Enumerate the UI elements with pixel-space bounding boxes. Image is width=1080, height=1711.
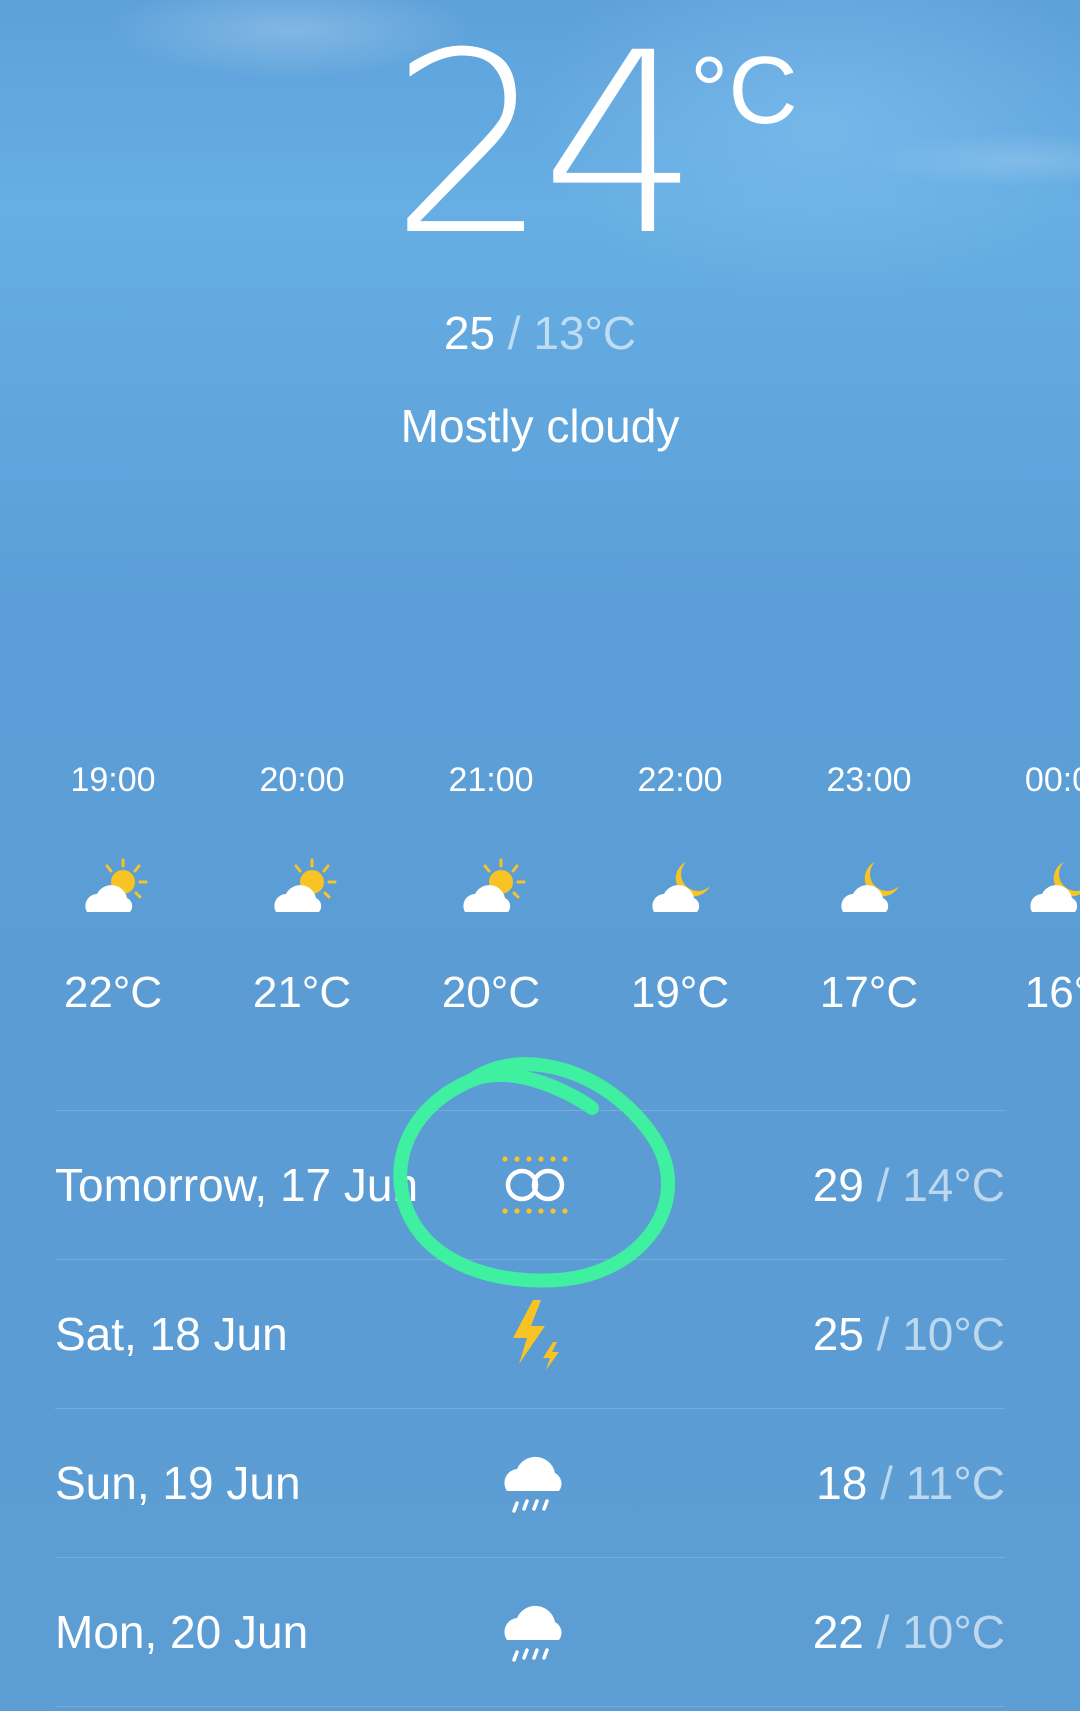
hourly-forecast[interactable]: 19:00 22°C 20:00 21°C 21:00 20°C 22:00 1… [0, 760, 1080, 1080]
partly-cloudy-night-icon [1030, 862, 1080, 912]
high-low-separator: / [876, 1159, 890, 1211]
partly-cloudy-night-icon [652, 862, 710, 912]
day-label: Sat, 18 Jun [55, 1308, 288, 1360]
high-low-separator: / [876, 1606, 890, 1658]
hour-temperature: 20°C [441, 968, 541, 1017]
day-high-low: 22 / 10°C [813, 1606, 1005, 1658]
daily-forecast: Tomorrow, 17 Jun 29 / 14°C Sat, 18 Jun 2… [55, 1110, 1005, 1707]
day-high: 22 [812, 1606, 864, 1658]
rain-icon [504, 1605, 562, 1662]
partly-cloudy-night-icon [841, 862, 899, 912]
rain-icon [504, 1456, 562, 1513]
day-high-low: 29 / 14°C [813, 1159, 1005, 1211]
daily-row[interactable]: Tomorrow, 17 Jun 29 / 14°C [55, 1110, 1005, 1259]
hour-temperature: 22°C [63, 968, 163, 1017]
hour-item[interactable]: 21:00 20°C [396, 760, 586, 1018]
hour-temperature: 21°C [252, 968, 352, 1017]
partly-cloudy-day-icon [274, 858, 337, 912]
hour-temperature: 16° [1024, 968, 1080, 1017]
hour-item[interactable]: 00:0 16° [963, 760, 1080, 1018]
hour-time: 19:00 [70, 761, 156, 799]
today-low: 13°C [533, 307, 637, 359]
hour-time: 23:00 [826, 761, 912, 799]
day-label: Mon, 20 Jun [55, 1606, 309, 1658]
day-label: Tomorrow, 17 Jun [55, 1159, 419, 1211]
daily-row[interactable]: Mon, 20 Jun 22 / 10°C [55, 1557, 1005, 1707]
daily-row[interactable]: Sat, 18 Jun 25 / 10°C [55, 1259, 1005, 1408]
hour-item[interactable]: 22:00 19°C [585, 760, 775, 1018]
hour-time: 21:00 [448, 761, 534, 799]
hour-time: 20:00 [259, 761, 345, 799]
day-low: 11°C [905, 1457, 1005, 1509]
day-low: 10°C [902, 1308, 1005, 1360]
today-high-low: 25 / 13°C [0, 305, 1080, 361]
hour-temperature: 19°C [630, 968, 730, 1017]
day-high-low: 25 / 10°C [813, 1308, 1005, 1360]
partly-cloudy-day-icon [85, 858, 148, 912]
day-high: 18 [816, 1457, 868, 1509]
temperature-unit: °C [690, 37, 798, 144]
day-low: 14°C [902, 1159, 1005, 1211]
today-high: 25 [443, 307, 496, 359]
hour-time: 22:00 [637, 761, 723, 799]
thunder-icon [513, 1300, 559, 1370]
high-low-separator: / [507, 307, 521, 359]
haze-icon [502, 1156, 568, 1214]
current-temperature-block: 24 °C [390, 0, 798, 290]
high-low-separator: / [880, 1457, 893, 1509]
day-high: 29 [812, 1159, 864, 1211]
high-low-separator: / [876, 1308, 890, 1360]
current-temperature: 24 [390, 0, 700, 290]
hour-item[interactable]: 19:00 22°C [18, 760, 208, 1018]
hour-item[interactable]: 20:00 21°C [207, 760, 397, 1018]
hour-temperature: 17°C [819, 968, 919, 1017]
partly-cloudy-day-icon [463, 858, 526, 912]
hour-item[interactable]: 23:00 17°C [774, 760, 964, 1018]
day-high: 25 [812, 1308, 864, 1360]
day-low: 10°C [902, 1606, 1005, 1658]
day-high-low: 18 / 11°C [816, 1457, 1005, 1509]
daily-row[interactable]: Sun, 19 Jun 18 / 11°C [55, 1408, 1005, 1557]
current-condition[interactable]: Mostly cloudy [0, 398, 1080, 454]
hour-time: 00:0 [1024, 761, 1080, 799]
day-label: Sun, 19 Jun [55, 1457, 301, 1509]
